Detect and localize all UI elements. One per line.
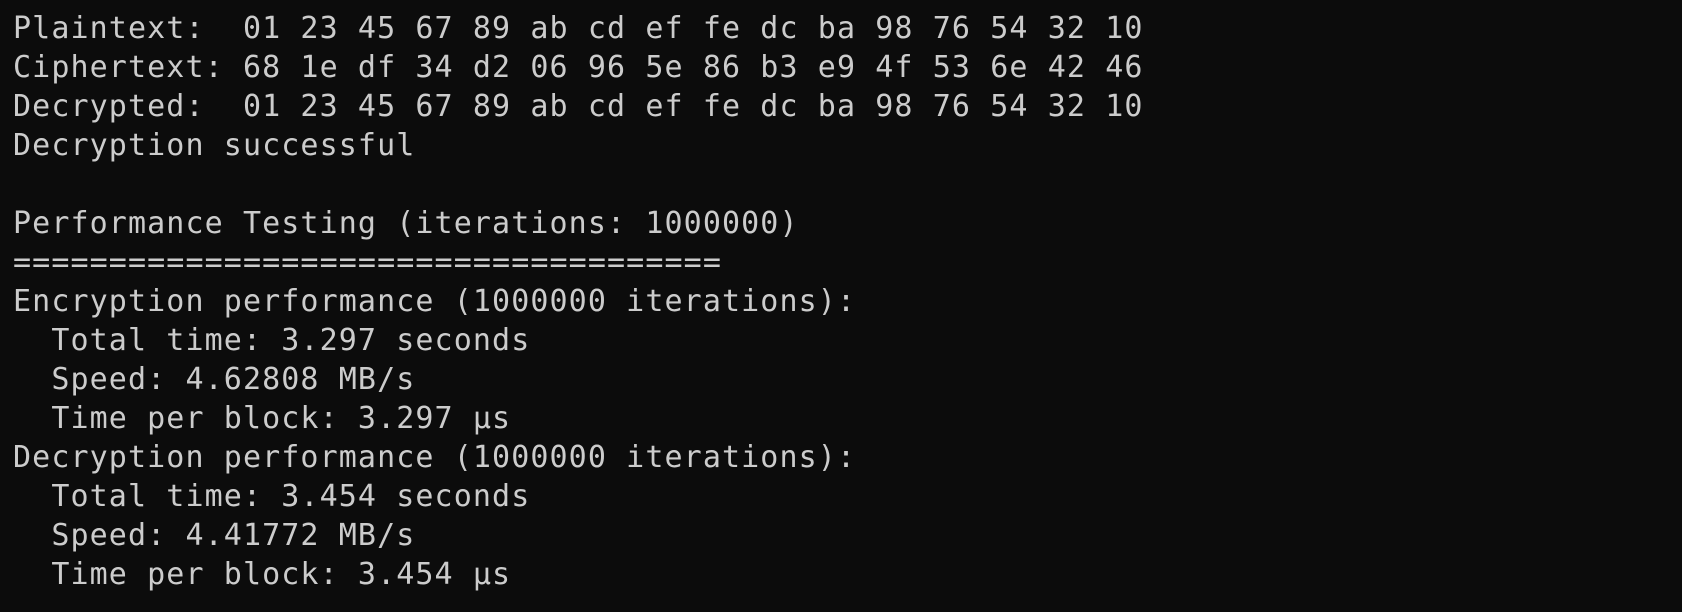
decryption-speed-line: Speed: 4.41772 MB/s	[13, 518, 416, 553]
encryption-time-per-block-line: Time per block: 3.297 μs	[13, 401, 512, 436]
separator-line: =====================================	[13, 245, 722, 280]
plaintext-line: Plaintext: 01 23 45 67 89 ab cd ef fe dc…	[13, 11, 1144, 46]
encryption-total-time-line: Total time: 3.297 seconds	[13, 323, 531, 358]
decryption-status-line: Decryption successful	[13, 128, 416, 163]
ciphertext-line: Ciphertext: 68 1e df 34 d2 06 96 5e 86 b…	[13, 50, 1144, 85]
decryption-time-per-block-line: Time per block: 3.454 μs	[13, 557, 512, 592]
decryption-total-time-line: Total time: 3.454 seconds	[13, 479, 531, 514]
decrypted-line: Decrypted: 01 23 45 67 89 ab cd ef fe dc…	[13, 89, 1144, 124]
decryption-performance-line: Decryption performance (1000000 iteratio…	[13, 440, 857, 475]
encryption-speed-line: Speed: 4.62808 MB/s	[13, 362, 416, 397]
encryption-performance-line: Encryption performance (1000000 iteratio…	[13, 284, 857, 319]
terminal-window[interactable]: Plaintext: 01 23 45 67 89 ab cd ef fe dc…	[0, 0, 1682, 612]
performance-heading-line: Performance Testing (iterations: 1000000…	[13, 206, 799, 241]
